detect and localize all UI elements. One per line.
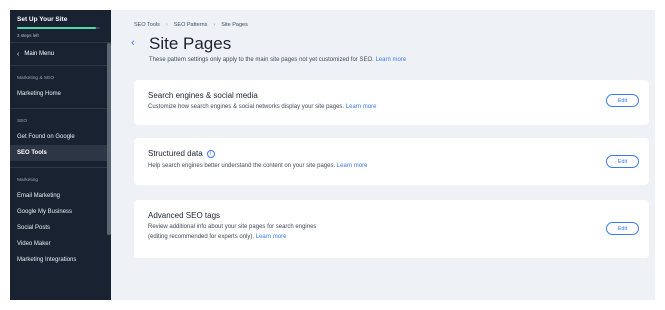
sidebar-item-marketing-home[interactable]: Marketing Home [10, 86, 111, 102]
card-learn-more-link[interactable]: Learn more [256, 234, 287, 240]
divider [10, 108, 111, 109]
card-learn-more-link[interactable]: Learn more [346, 104, 377, 110]
setup-progress-fill [17, 27, 96, 29]
card-description-text: (editing recommended for experts only). [148, 234, 255, 240]
chevron-left-icon: ‹ [17, 50, 20, 58]
edit-button[interactable]: Edit [606, 155, 639, 168]
card-description-text: Customize how search engines & social ne… [148, 104, 345, 110]
card-title: Advanced SEO tags [148, 211, 221, 220]
card-title: Structured data i [148, 149, 215, 158]
chevron-right-icon: › [213, 22, 216, 28]
card-description: Review additional info about your site p… [148, 222, 316, 242]
breadcrumb-site-pages: Site Pages [221, 22, 248, 28]
section-label-marketing: Marketing [17, 177, 39, 183]
sidebar-item-marketing-integrations[interactable]: Marketing Integrations [10, 252, 111, 268]
setup-steps-left: 3 steps left [17, 33, 39, 38]
card-description-line-2: (editing recommended for experts only). … [148, 232, 316, 242]
sidebar-item-social-posts[interactable]: Social Posts [10, 220, 111, 236]
card-title-text: Structured data [148, 149, 203, 158]
main-content: SEO Tools › SEO Patterns › Site Pages ‹ … [111, 10, 655, 300]
setup-progress-track [17, 27, 100, 29]
divider [10, 167, 111, 168]
card-learn-more-link[interactable]: Learn more [337, 163, 368, 169]
breadcrumb: SEO Tools › SEO Patterns › Site Pages [134, 22, 248, 28]
sidebar-item-email-marketing[interactable]: Email Marketing [10, 188, 111, 204]
card-description-line-1: Review additional info about your site p… [148, 224, 317, 230]
edit-button[interactable]: Edit [606, 94, 639, 107]
sidebar-item-seo-tools[interactable]: SEO Tools [10, 145, 111, 161]
sidebar-item-get-found-on-google[interactable]: Get Found on Google [10, 129, 111, 145]
main-menu-label: Main Menu [24, 51, 55, 57]
edit-button[interactable]: Edit [606, 222, 639, 235]
setup-panel[interactable]: Set Up Your Site 3 steps left [10, 10, 111, 43]
main-menu-button[interactable]: ‹ Main Menu [10, 43, 111, 66]
card-advanced-seo-tags: Advanced SEO tags Review additional info… [134, 200, 649, 258]
card-description: Help search engines better understand th… [148, 161, 367, 171]
sidebar-item-video-maker[interactable]: Video Maker [10, 236, 111, 252]
info-icon[interactable]: i [206, 149, 215, 158]
chevron-right-icon: › [165, 22, 168, 28]
card-search-engines-social: Search engines & social media Customize … [134, 80, 649, 125]
page-title: Site Pages [149, 34, 232, 53]
sidebar-item-google-my-business[interactable]: Google My Business [10, 204, 111, 220]
setup-title: Set Up Your Site [17, 16, 68, 23]
app-frame: Set Up Your Site 3 steps left ‹ Main Men… [10, 10, 655, 300]
page-subtitle-text: These pattern settings only apply to the… [149, 57, 374, 63]
back-chevron-icon[interactable]: ‹ [131, 37, 135, 49]
card-description: Customize how search engines & social ne… [148, 102, 376, 112]
card-title: Search engines & social media [148, 91, 258, 100]
breadcrumb-seo-tools[interactable]: SEO Tools [134, 22, 160, 28]
section-label-seo: SEO [17, 118, 28, 124]
page-subtitle: These pattern settings only apply to the… [149, 57, 406, 63]
section-label-marketing-seo: Marketing & SEO [17, 75, 55, 81]
page-learn-more-link[interactable]: Learn more [375, 57, 406, 63]
breadcrumb-seo-patterns[interactable]: SEO Patterns [174, 22, 208, 28]
sidebar: Set Up Your Site 3 steps left ‹ Main Men… [10, 10, 111, 300]
card-structured-data: Structured data i Help search engines be… [134, 138, 649, 185]
card-description-text: Help search engines better understand th… [148, 163, 336, 169]
